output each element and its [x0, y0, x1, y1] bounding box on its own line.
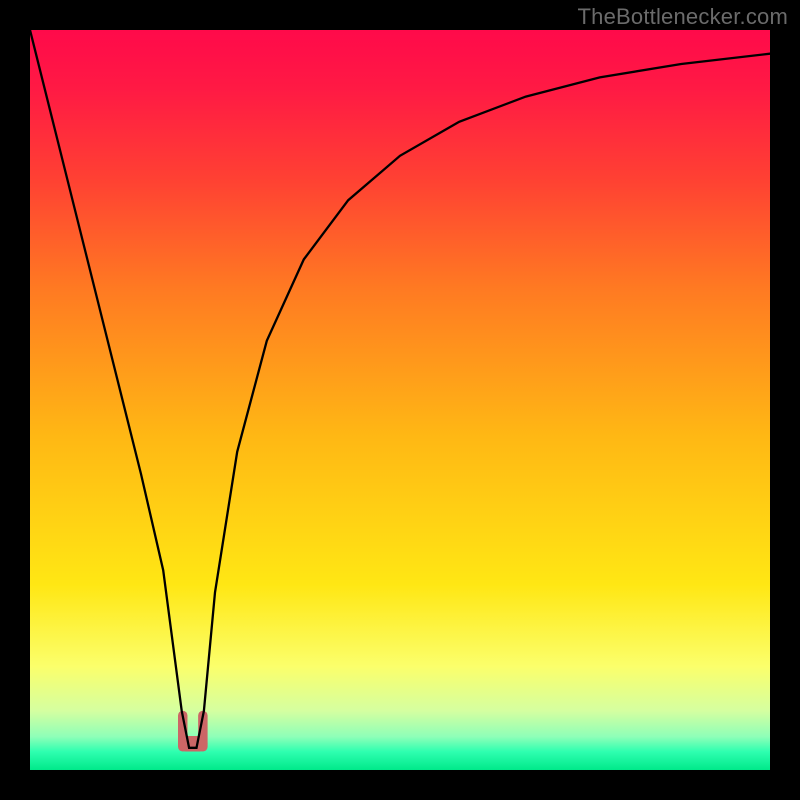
chart-background	[30, 30, 770, 770]
chart-plot-area	[30, 30, 770, 770]
watermark-text: TheBottlenecker.com	[578, 4, 788, 30]
chart-frame: TheBottlenecker.com	[0, 0, 800, 800]
chart-svg	[30, 30, 770, 770]
